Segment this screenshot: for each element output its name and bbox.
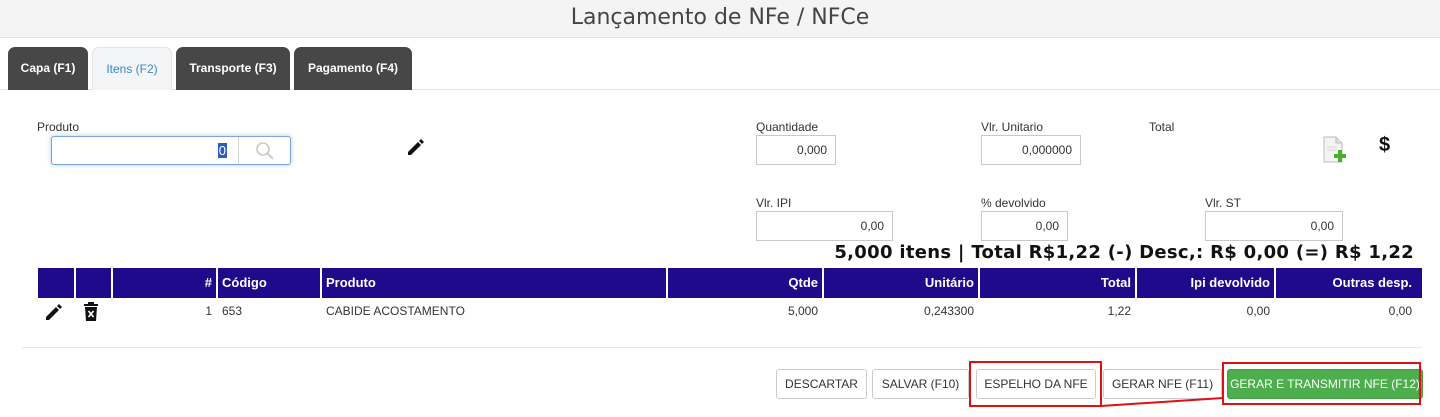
page-title: Lançamento de NFe / NFCe (570, 5, 870, 30)
column-header-codigo: Código (222, 275, 267, 290)
order-summary: 5,000 itens | Total R$1,22 (-) Desc,: R$… (834, 242, 1414, 263)
edit-product-icon[interactable] (405, 137, 427, 157)
highlight-connector (1100, 397, 1224, 407)
vlr-unitario-input[interactable]: 0,000000 (981, 135, 1081, 165)
highlight-box-gerar-transmitir (1222, 362, 1421, 405)
column-header-ipi-devolvido: Ipi devolvido (1190, 275, 1270, 290)
column-header-produto: Produto (326, 275, 376, 290)
produto-search-button[interactable] (238, 137, 290, 164)
vlr-unitario-label: Vlr. Unitario (981, 120, 1044, 134)
column-header-num: # (204, 275, 212, 290)
salvar-button[interactable]: SALVAR (F10) (872, 369, 969, 399)
edit-row-icon[interactable] (43, 302, 65, 322)
section-divider (22, 347, 1422, 348)
descartar-button[interactable]: DESCARTAR (776, 369, 867, 399)
column-header-total: Total (1100, 275, 1131, 290)
delete-row-icon[interactable] (82, 302, 100, 322)
devolvido-label: % devolvido (981, 196, 1046, 210)
vlr-st-label: Vlr. ST (1205, 196, 1242, 210)
vlr-ipi-input[interactable]: 0,00 (756, 211, 893, 241)
total-label: Total (1149, 120, 1175, 134)
cell-num: 1 (205, 304, 212, 318)
cell-produto: CABIDE ACOSTAMENTO (326, 304, 465, 318)
quantidade-input[interactable]: 0,000 (756, 135, 836, 165)
cell-ipi-devolvido: 0,00 (1246, 304, 1270, 318)
tab-pagamento[interactable]: Pagamento (F4) (294, 47, 412, 90)
cell-codigo: 653 (222, 304, 243, 318)
column-header-outras-desp: Outras desp. (1332, 275, 1412, 290)
search-icon (256, 142, 274, 160)
vlr-ipi-label: Vlr. IPI (756, 196, 792, 210)
devolvido-input[interactable]: 0,00 (981, 211, 1068, 241)
table-header-separator (74, 268, 76, 298)
column-header-unitario: Unitário (924, 275, 974, 290)
dollar-icon[interactable]: $ (1379, 134, 1390, 157)
tab-itens[interactable]: Itens (F2) (92, 47, 172, 90)
vlr-st-input[interactable]: 0,00 (1205, 211, 1343, 241)
produto-input[interactable]: 0 (52, 137, 237, 164)
cell-total: 1,22 (1107, 304, 1131, 318)
cell-unitario: 0,243300 (923, 304, 974, 318)
tab-capa[interactable]: Capa (F1) (8, 47, 88, 90)
produto-label: Produto (37, 120, 80, 134)
quantidade-label: Quantidade (756, 120, 819, 134)
add-item-icon[interactable] (1321, 135, 1347, 165)
column-header-qtde: Qtde (788, 275, 818, 290)
produto-input-value: 0 (217, 143, 227, 158)
tab-transporte[interactable]: Transporte (F3) (176, 47, 290, 90)
highlight-box-espelho (969, 361, 1102, 407)
cell-outras-desp: 0,00 (1388, 304, 1412, 318)
cell-qtde: 5,000 (787, 304, 818, 318)
